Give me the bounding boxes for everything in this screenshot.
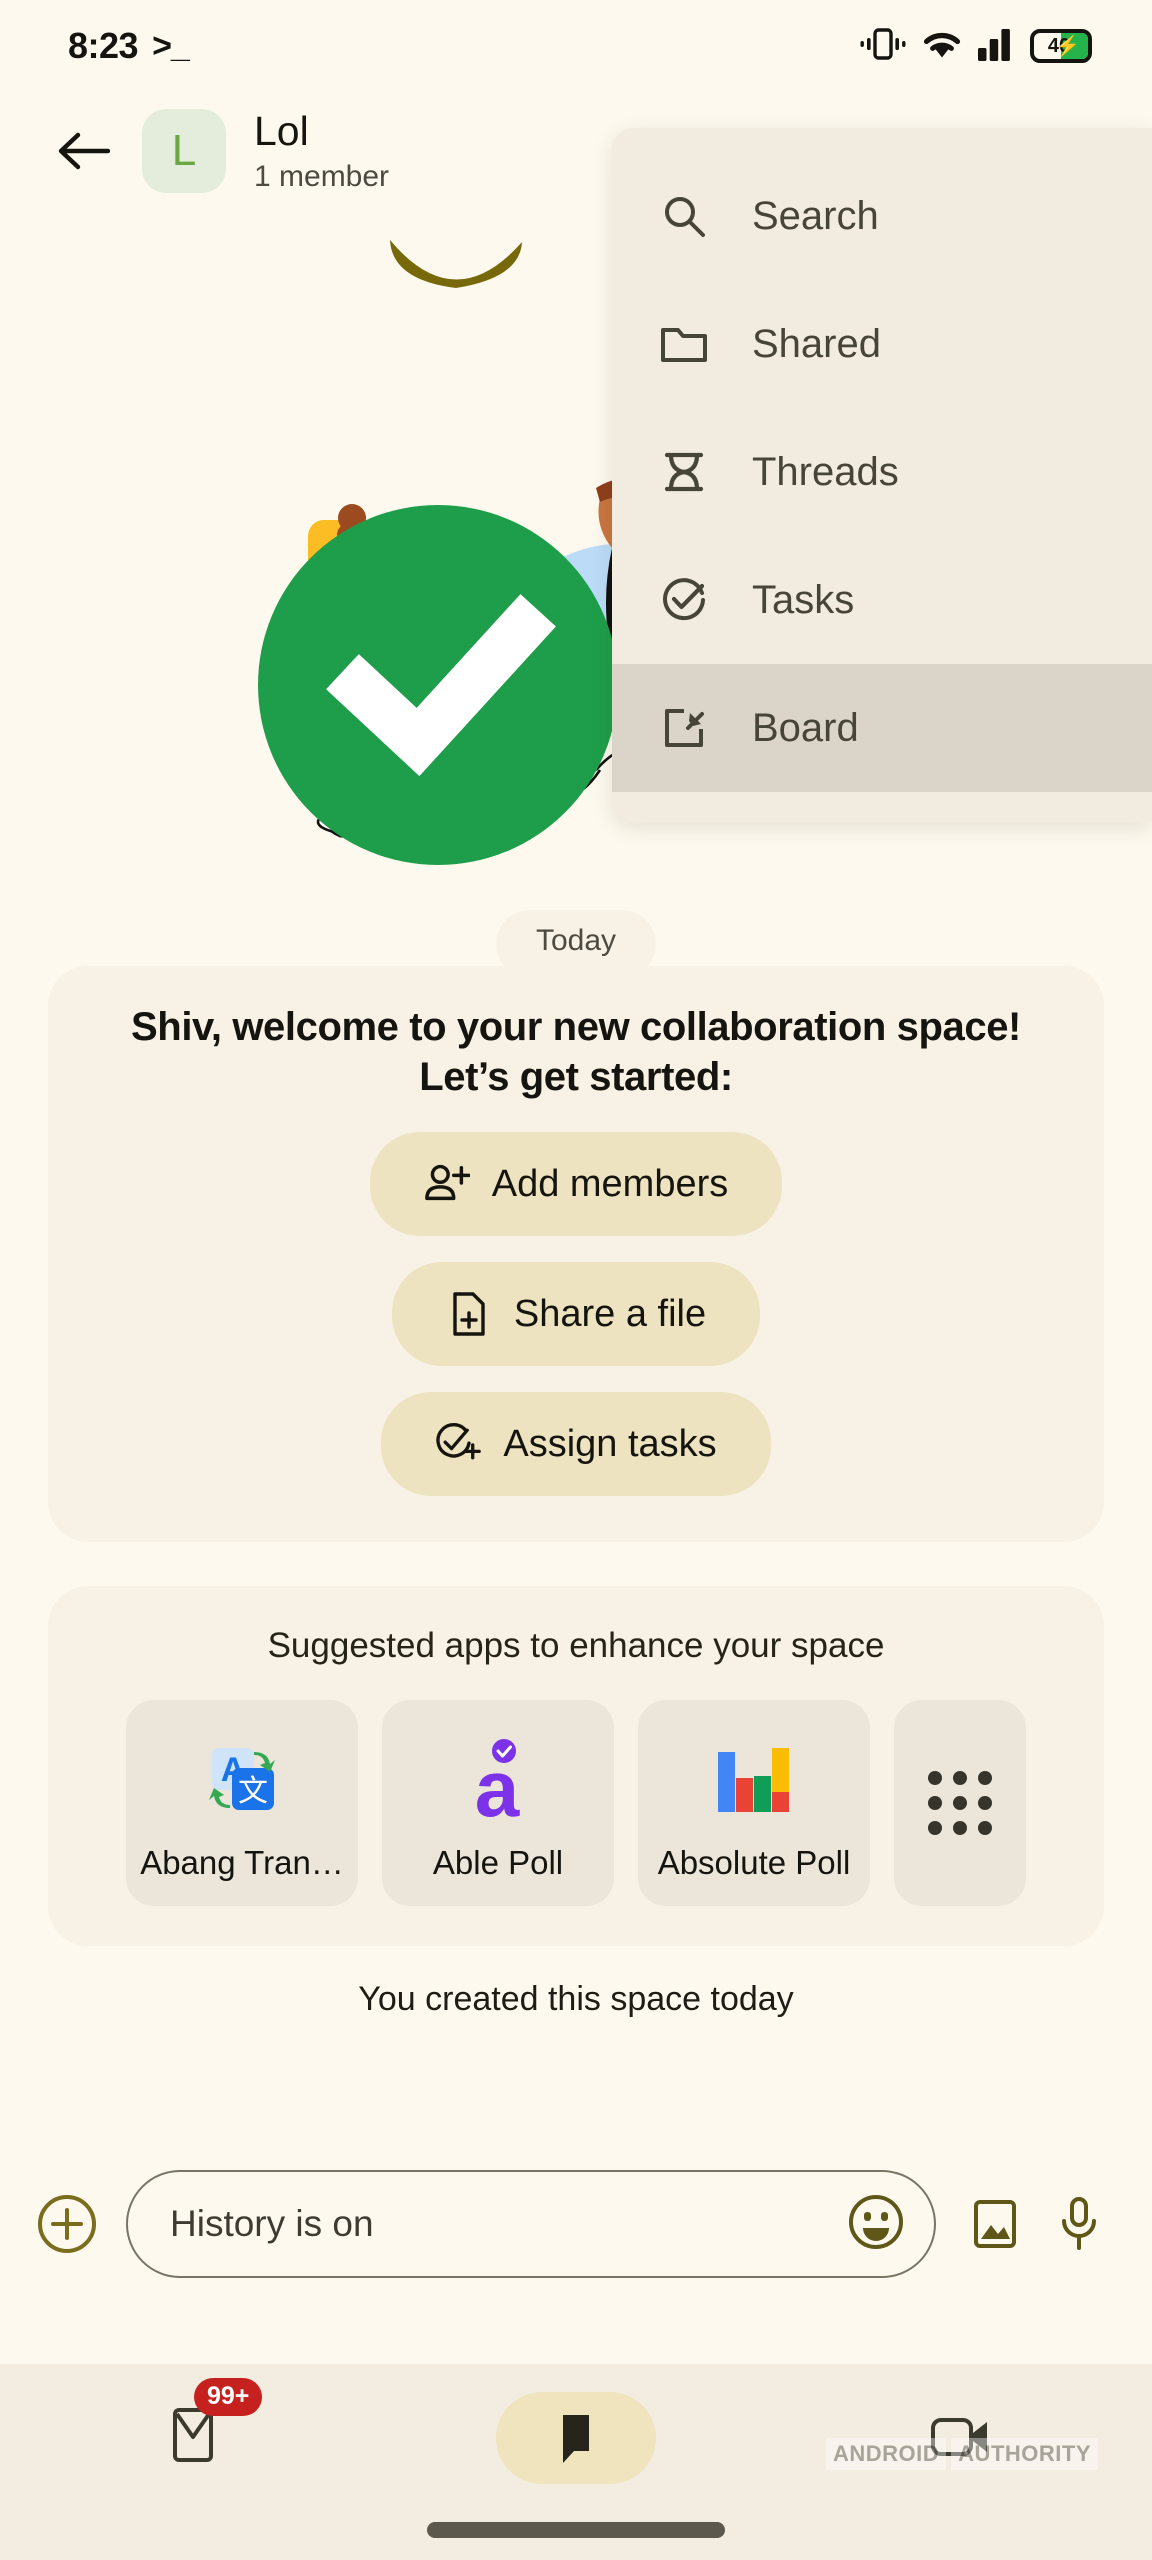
suggested-apps-card: Suggested apps to enhance your space A 文… [48,1586,1104,1946]
message-input-container[interactable]: History is on [126,2170,936,2278]
system-note: You created this space today [358,1980,794,2018]
status-bar-left: 8:23 >_ [68,25,190,67]
board-icon [658,702,710,754]
suggested-apps-row: A 文 Abang Tran… a Able Poll Absolute Pol… [76,1700,1076,1906]
absolute-poll-app-icon [712,1734,796,1826]
avatar[interactable]: L [142,109,226,193]
menu-item-threads[interactable]: Threads [612,408,1152,536]
share-file-button[interactable]: Share a file [391,1262,761,1366]
microphone-icon[interactable] [1040,2185,1118,2263]
suggested-apps-title: Suggested apps to enhance your space [267,1626,885,1665]
menu-item-tasks[interactable]: Tasks [612,536,1152,664]
signal-icon [978,27,1016,66]
more-apps-button[interactable] [894,1700,1026,1906]
person-add-icon [424,1161,470,1207]
menu-item-board[interactable]: Board [612,664,1152,792]
overflow-menu[interactable]: Search Shared Threads Tasks Board [612,128,1152,822]
wifi-icon [920,27,964,66]
app-name: Abang Tran… [140,1844,344,1881]
emoji-icon[interactable] [846,2192,906,2257]
menu-item-label: Threads [752,449,899,494]
translate-app-icon: A 文 [198,1734,286,1826]
terminal-icon: >_ [152,27,190,65]
welcome-card: Shiv, welcome to your new collaboration … [48,966,1104,1542]
button-label: Add members [491,1162,729,1205]
app-name: Able Poll [432,1844,564,1881]
header-text-block[interactable]: Lol 1 member [254,107,390,194]
message-input-placeholder[interactable]: History is on [170,2203,846,2245]
button-label: Share a file [513,1292,707,1335]
gesture-nav-bar[interactable] [427,2522,725,2538]
app-tile-able-poll[interactable]: a Able Poll [382,1700,614,1906]
watermark-word-1: ANDROID [826,2438,947,2470]
unread-badge: 99+ [194,2378,263,2416]
menu-item-search[interactable]: Search [612,152,1152,280]
image-icon[interactable] [956,2185,1034,2263]
chat-scroll-area[interactable]: Today Shiv, welcome to your new collabor… [0,910,1152,2019]
chat-bubble-icon [549,2407,603,2470]
search-icon [658,190,710,242]
menu-item-label: Shared [752,321,881,366]
back-button[interactable] [48,116,118,186]
nav-item-chat[interactable] [384,2390,768,2486]
app-tile-abang-translate[interactable]: A 文 Abang Tran… [126,1700,358,1906]
able-poll-app-icon: a [459,1734,537,1826]
welcome-title-line1: Shiv, welcome to your new collaboration … [131,1005,1021,1049]
charging-bolt-icon: ⚡ [1055,35,1080,58]
folder-icon [658,318,710,370]
vibrate-icon [860,27,906,66]
status-bar: 8:23 >_ 40 ⚡ [0,0,1152,92]
active-indicator-pill [496,2392,656,2484]
menu-item-label: Search [752,193,879,238]
apps-grid-icon [928,1771,992,1835]
status-bar-right: 40 ⚡ [860,27,1092,66]
menu-item-shared[interactable]: Shared [612,280,1152,408]
avatar-letter: L [171,126,197,175]
menu-item-label: Tasks [752,577,855,622]
watermark: ANDROID AUTHORITY [826,2438,1098,2470]
menu-item-label: Board [752,705,859,750]
button-label: Assign tasks [503,1422,717,1465]
task-add-icon [435,1421,482,1467]
nav-item-mail[interactable]: 99+ [0,2378,384,2486]
app-tile-absolute-poll[interactable]: Absolute Poll [638,1700,870,1906]
status-clock: 8:23 [68,25,139,66]
app-name: Absolute Poll [657,1844,851,1881]
watermark-word-2: AUTHORITY [951,2438,1098,2470]
file-add-icon [446,1291,492,1337]
page-title: Lol [254,107,309,154]
battery-icon: 40 ⚡ [1030,29,1092,63]
date-separator-row: Today [0,910,1152,978]
date-chip: Today [495,910,657,978]
svg-text:文: 文 [238,1775,268,1808]
welcome-title-line2: Let’s get started: [419,1055,733,1099]
task-check-icon [658,574,710,626]
assign-tasks-button[interactable]: Assign tasks [381,1392,771,1496]
message-composer: History is on [0,2154,1152,2294]
member-count: 1 member [254,160,390,194]
add-members-button[interactable]: Add members [369,1132,783,1236]
add-circle-icon[interactable] [28,2185,106,2263]
welcome-actions: Add members Share a file Assign tasks [82,1132,1070,1496]
threads-icon [658,446,710,498]
